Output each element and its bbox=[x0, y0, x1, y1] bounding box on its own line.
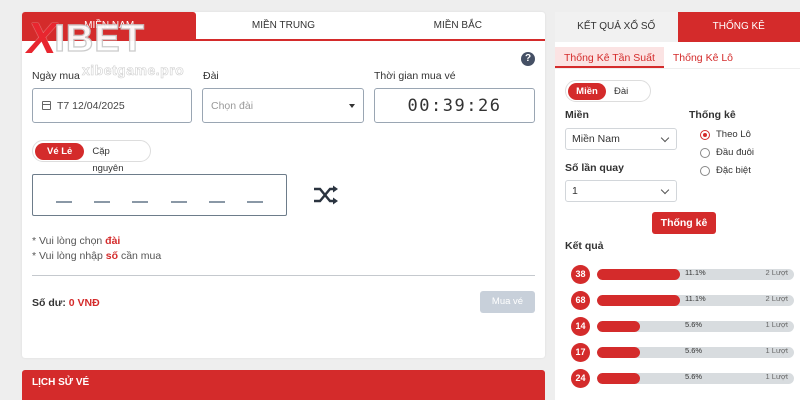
statistics-panel: KẾT QUẢ XỔ SỐ THỐNG KÊ Thống Kê Tần Suất… bbox=[555, 12, 800, 400]
question-circle-icon[interactable]: ? bbox=[521, 52, 535, 66]
watermark: xibetgame.pro bbox=[82, 62, 185, 79]
note-choose-dai: * Vui lòng chọn đài bbox=[32, 235, 121, 247]
result-row: 38 11.1% 2 Lượt bbox=[565, 264, 800, 284]
tab-mien-bac[interactable]: MIỀN BẮC bbox=[371, 12, 545, 39]
mode-dai[interactable]: Đài bbox=[606, 83, 636, 100]
mode-mien[interactable]: Miền bbox=[568, 82, 606, 100]
date-label: Ngày mua bbox=[32, 70, 80, 82]
digit-slot[interactable] bbox=[246, 201, 263, 203]
digit-slot[interactable] bbox=[170, 201, 187, 203]
region-mode-toggle: Miền Đài bbox=[565, 80, 651, 102]
balance-value: 0 VNĐ bbox=[68, 297, 100, 309]
number-ball: 24 bbox=[571, 369, 590, 388]
chevron-down-icon bbox=[660, 185, 670, 194]
result-row: 68 11.1% 2 Lượt bbox=[565, 290, 800, 310]
digit-slot[interactable] bbox=[132, 201, 149, 203]
radio-theo-lo[interactable]: Theo Lô bbox=[700, 129, 751, 140]
date-picker[interactable]: T7 12/04/2025 bbox=[32, 88, 192, 123]
result-percent: 5.6% bbox=[685, 320, 703, 329]
mien-select[interactable]: Miền Nam bbox=[565, 128, 677, 150]
date-value: T7 12/04/2025 bbox=[57, 99, 125, 112]
mien-label: Miền bbox=[565, 109, 589, 121]
ticket-type-ve-le[interactable]: Vé Lẻ bbox=[35, 142, 85, 160]
number-ball: 14 bbox=[571, 317, 590, 336]
subtab-tan-suat[interactable]: Thống Kê Tần Suất bbox=[555, 47, 664, 68]
quay-select[interactable]: 1 bbox=[565, 180, 677, 202]
calendar-icon bbox=[42, 101, 51, 110]
countdown-timer: 00:39:26 bbox=[374, 88, 535, 123]
right-tabs: KẾT QUẢ XỔ SỐ THỐNG KÊ bbox=[555, 12, 800, 42]
frequency-fill bbox=[597, 373, 641, 384]
dai-label: Đài bbox=[203, 70, 219, 82]
result-count: 1 Lượt bbox=[765, 346, 788, 355]
result-row: 24 5.6% 1 Lượt bbox=[565, 368, 800, 388]
time-value: 00:39:26 bbox=[407, 95, 502, 116]
radio-checked-icon[interactable] bbox=[700, 129, 710, 140]
chevron-down-icon bbox=[660, 133, 670, 142]
caret-down-icon bbox=[349, 103, 355, 108]
radio-icon[interactable] bbox=[700, 147, 710, 158]
number-ball: 68 bbox=[571, 291, 590, 310]
frequency-fill bbox=[597, 321, 641, 332]
thong-ke-button[interactable]: Thống kê bbox=[652, 212, 716, 234]
divider bbox=[32, 275, 535, 276]
quay-label: Số lần quay bbox=[565, 162, 624, 174]
result-percent: 5.6% bbox=[685, 346, 703, 355]
ticket-type-cap-nguyen[interactable]: Cặp nguyên bbox=[84, 143, 148, 174]
stat-sub-tabs: Thống Kê Tần Suất Thống Kê Lô bbox=[555, 47, 800, 69]
balance: Số dư: 0 VNĐ bbox=[32, 297, 100, 309]
result-percent: 11.1% bbox=[685, 294, 706, 303]
tab-ket-qua-xo-so[interactable]: KẾT QUẢ XỔ SỐ bbox=[555, 12, 678, 42]
tab-thong-ke[interactable]: THỐNG KÊ bbox=[677, 12, 800, 42]
number-input[interactable] bbox=[32, 174, 287, 216]
results-label: Kết quả bbox=[565, 240, 604, 252]
result-count: 1 Lượt bbox=[765, 320, 788, 329]
result-count: 1 Lượt bbox=[765, 372, 788, 381]
radio-dau-duoi[interactable]: Đầu đuôi bbox=[700, 147, 754, 158]
frequency-fill bbox=[597, 269, 680, 280]
ticket-history-header[interactable]: LỊCH SỬ VÉ bbox=[22, 370, 545, 400]
note-enter-number: * Vui lòng nhập số cần mua bbox=[32, 250, 162, 262]
brand-logo: X IBET bbox=[27, 14, 145, 63]
ticket-type-toggle: Vé Lẻ Cặp nguyên bbox=[32, 140, 151, 174]
stat-type-label: Thống kê bbox=[689, 109, 736, 121]
buy-ticket-button[interactable]: Mua vé bbox=[480, 291, 535, 313]
number-ball: 17 bbox=[571, 343, 590, 362]
result-row: 17 5.6% 1 Lượt bbox=[565, 342, 800, 362]
radio-dac-biet[interactable]: Đặc biệt bbox=[700, 165, 751, 176]
result-percent: 11.1% bbox=[685, 268, 706, 277]
digit-slot[interactable] bbox=[94, 201, 111, 203]
dai-select[interactable]: Chọn đài bbox=[202, 88, 364, 123]
radio-icon[interactable] bbox=[700, 165, 710, 176]
digit-slot[interactable] bbox=[208, 201, 225, 203]
time-label: Thời gian mua vé bbox=[374, 70, 456, 82]
number-ball: 38 bbox=[571, 265, 590, 284]
result-count: 2 Lượt bbox=[765, 268, 788, 277]
shuffle-icon[interactable] bbox=[312, 184, 340, 206]
tab-mien-trung[interactable]: MIỀN TRUNG bbox=[196, 12, 370, 39]
dai-placeholder: Chọn đài bbox=[211, 99, 254, 112]
result-count: 2 Lượt bbox=[765, 294, 788, 303]
subtab-thong-ke-lo[interactable]: Thống Kê Lô bbox=[664, 47, 742, 68]
frequency-fill bbox=[597, 295, 680, 306]
result-row: 14 5.6% 1 Lượt bbox=[565, 316, 800, 336]
result-percent: 5.6% bbox=[685, 372, 703, 381]
frequency-fill bbox=[597, 347, 641, 358]
digit-slot[interactable] bbox=[56, 201, 73, 203]
